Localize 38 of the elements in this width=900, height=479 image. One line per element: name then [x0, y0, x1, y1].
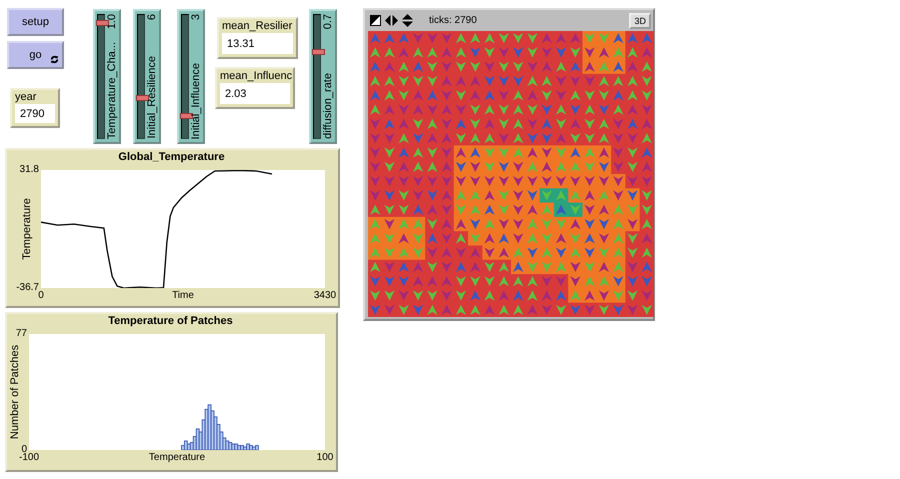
x-axis-label: Temperature: [148, 452, 206, 464]
x-tick-label: -100: [19, 452, 39, 464]
y-tick-label: 77: [16, 328, 27, 340]
setup-button[interactable]: setup: [7, 8, 64, 36]
x-tick-label: 3430: [314, 290, 336, 302]
ticks-counter: ticks: 2790: [429, 15, 477, 26]
monitor-value: 2.03: [220, 83, 290, 104]
monitor-label: mean_Influenc: [220, 70, 290, 83]
y-tick-label: 31.8: [20, 164, 39, 176]
slider-value: 0.7: [322, 14, 334, 30]
monitor-label: year: [15, 91, 38, 104]
monitor-value: 2790: [15, 104, 55, 123]
left-right-arrows-icon[interactable]: [385, 15, 398, 26]
up-down-arrows-icon[interactable]: [402, 14, 413, 27]
x-tick-label: 0: [38, 290, 44, 302]
slider-value: 6: [146, 14, 158, 20]
x-tick-label: 100: [316, 452, 334, 464]
plot-title: Global_Temperature: [117, 150, 226, 164]
edit-view-icon[interactable]: [370, 15, 381, 26]
x-axis-label: Time: [172, 290, 194, 302]
y-axis-label: Number of Patches: [9, 344, 21, 440]
slider-thumb[interactable]: [312, 49, 325, 56]
monitor-value: 13.31: [222, 33, 293, 54]
go-button[interactable]: go: [7, 41, 64, 69]
slider-label: Temperature_Cha...: [106, 42, 118, 139]
slider-label: diffusion_rate: [322, 73, 334, 139]
monitor-label: mean_Resilier: [222, 20, 293, 33]
slider-label: Initial_Influence: [190, 62, 202, 139]
plot-title: Temperature of Patches: [107, 314, 234, 328]
y-tick-label: -36.7: [16, 282, 39, 293]
slider-thumb[interactable]: [136, 95, 149, 102]
slider-label: Initial_Resilience: [146, 56, 158, 139]
slider-value: 1.0: [106, 14, 118, 30]
y-axis-label: Temperature: [21, 198, 33, 260]
slider-thumb[interactable]: [180, 112, 193, 119]
3d-button[interactable]: 3D: [629, 12, 651, 28]
slider-value: 3: [190, 14, 202, 20]
slider-thumb[interactable]: [96, 20, 109, 26]
